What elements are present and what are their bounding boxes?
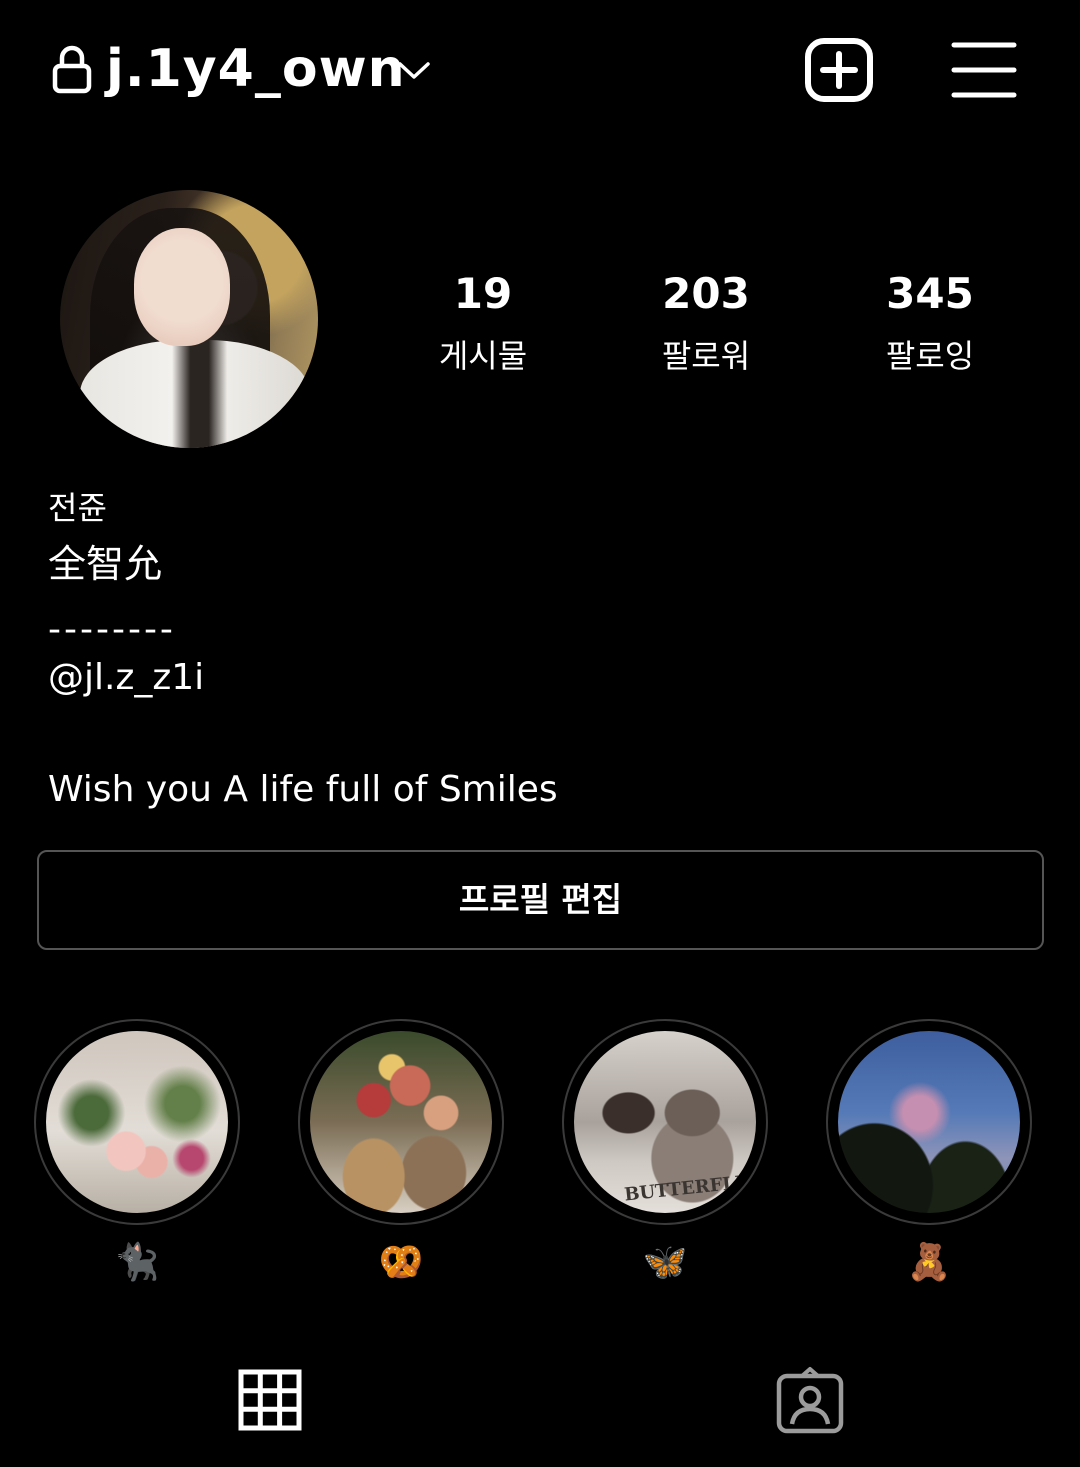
following-stat[interactable]: 345 팔로잉 xyxy=(830,266,1030,380)
lock-icon xyxy=(52,44,92,94)
highlight-ring xyxy=(826,1019,1032,1225)
followers-label: 팔로워 xyxy=(661,337,751,375)
thumbnail-caption: BUTTERFLIES xyxy=(623,1169,756,1206)
highlight-thumbnail xyxy=(46,1031,228,1213)
grid-icon xyxy=(238,1369,302,1431)
edit-profile-button[interactable]: 프로필 편집 xyxy=(37,850,1044,950)
new-post-button[interactable] xyxy=(804,37,874,103)
highlight-ring xyxy=(34,1019,240,1225)
followers-stat[interactable]: 203 팔로워 xyxy=(606,266,806,380)
hamburger-menu-icon xyxy=(951,42,1017,98)
followers-count: 203 xyxy=(662,269,750,318)
highlight-thumbnail xyxy=(310,1031,492,1213)
highlight-label: 🐈‍⬛ xyxy=(114,1242,160,1283)
posts-stat[interactable]: 19 게시물 xyxy=(383,266,583,380)
tab-tagged[interactable] xyxy=(776,1366,844,1434)
top-bar: j.1y4_own xyxy=(0,0,1080,140)
menu-button[interactable] xyxy=(950,40,1018,100)
highlight-thumbnail: BUTTERFLIES xyxy=(574,1031,756,1213)
avatar-shirt xyxy=(80,340,310,448)
story-highlight[interactable]: 🧸 xyxy=(826,1019,1032,1283)
tab-posts-grid[interactable] xyxy=(238,1369,302,1431)
plus-square-icon xyxy=(805,38,873,102)
story-highlight[interactable]: BUTTERFLIES 🦋 xyxy=(562,1019,768,1283)
highlight-thumbnail xyxy=(838,1031,1020,1213)
avatar[interactable] xyxy=(60,190,318,448)
story-highlight[interactable]: 🥨 xyxy=(298,1019,504,1283)
bio-hanja-name: 全智允 xyxy=(48,542,163,586)
following-label: 팔로잉 xyxy=(885,337,975,375)
highlight-ring xyxy=(298,1019,504,1225)
highlight-label: 🧸 xyxy=(906,1242,952,1283)
tagged-person-icon xyxy=(776,1367,844,1434)
chevron-down-icon[interactable] xyxy=(396,56,432,84)
highlight-ring: BUTTERFLIES xyxy=(562,1019,768,1225)
avatar-face xyxy=(134,228,230,346)
bio-tagline: Wish you A life full of Smiles xyxy=(48,769,558,810)
bio-mention-link[interactable]: @jl.z_z1i xyxy=(48,654,204,702)
following-count: 345 xyxy=(886,269,974,318)
highlight-label: 🦋 xyxy=(642,1242,688,1283)
story-highlight[interactable]: 🐈‍⬛ xyxy=(34,1019,240,1283)
bio-divider: -------- xyxy=(48,609,176,650)
posts-label: 게시물 xyxy=(438,337,528,375)
display-name: 전쥰 xyxy=(48,489,107,527)
highlight-label: 🥨 xyxy=(378,1242,424,1283)
posts-count: 19 xyxy=(453,269,513,318)
account-username[interactable]: j.1y4_own xyxy=(106,34,406,104)
